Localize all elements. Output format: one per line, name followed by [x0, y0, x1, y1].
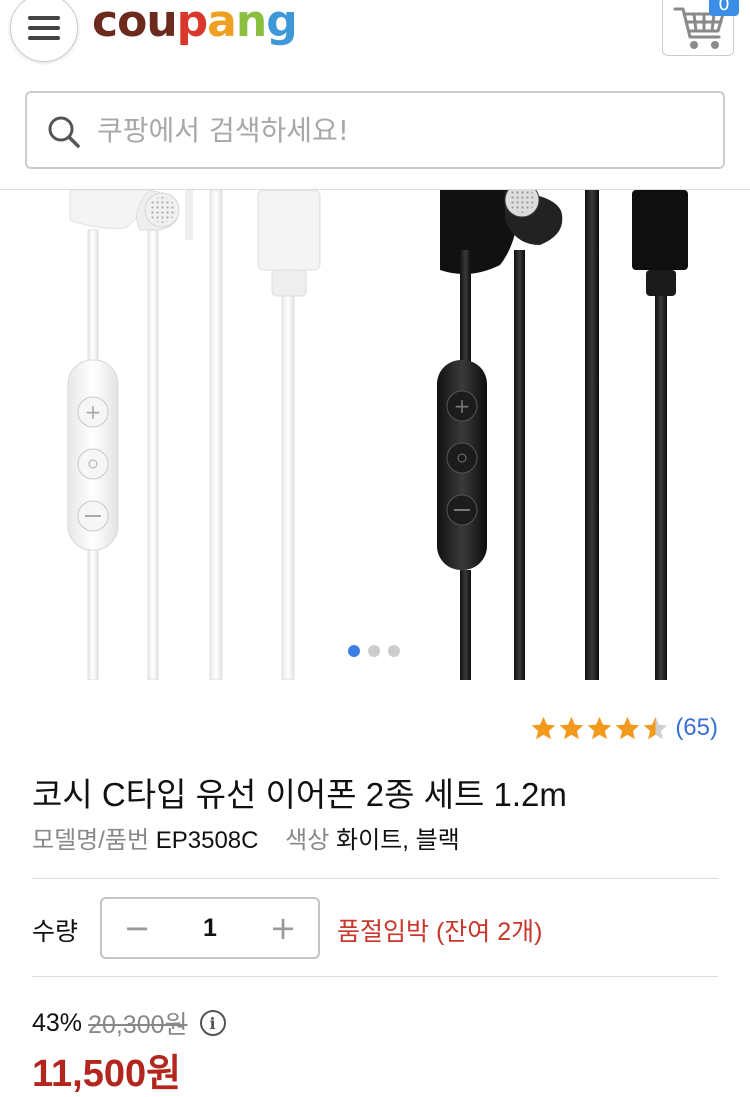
product-image[interactable]: + + [0, 190, 750, 680]
divider [32, 976, 718, 977]
star-icon [616, 716, 640, 739]
earphones-illustration: + + [67, 190, 688, 680]
logo-letter: u [146, 0, 177, 47]
coupang-logo[interactable]: coupang [92, 0, 298, 47]
gallery-dot[interactable] [368, 645, 380, 657]
menu-button[interactable] [10, 0, 78, 62]
color-label: 색상 [285, 827, 330, 854]
svg-text:+: + [85, 400, 102, 424]
quantity-increase-button[interactable]: + [248, 899, 318, 957]
cart-count-badge: 0 [709, 0, 739, 16]
discount-rate: 43% [32, 1008, 83, 1037]
search-input[interactable] [97, 93, 707, 167]
star-icon [560, 716, 584, 739]
quantity-stepper[interactable]: − 1 + [100, 897, 320, 959]
search-bar[interactable] [25, 91, 725, 169]
rating-stars [530, 715, 669, 742]
info-icon[interactable]: i [199, 1010, 226, 1036]
menu-icon-line [28, 36, 60, 40]
logo-letter: n [235, 0, 267, 47]
menu-icon-line [28, 16, 60, 20]
quantity-label: 수량 [32, 918, 79, 946]
logo-letter: o [117, 0, 147, 47]
black-earphones: + [437, 190, 688, 680]
product-meta: 모델명/품번 EP3508C 색상 화이트, 블랙 [32, 820, 460, 855]
gallery-dot[interactable] [388, 645, 400, 657]
product-rating[interactable]: (65) [530, 714, 718, 742]
white-earphones: + [67, 190, 321, 680]
star-icon [588, 716, 612, 739]
quantity-value[interactable]: 1 [172, 914, 248, 943]
logo-letter: a [207, 0, 237, 47]
top-header: coupang 0 [0, 0, 750, 190]
logo-letter: c [92, 0, 118, 47]
divider [32, 878, 718, 879]
product-title: 코시 C타입 유선 이어폰 2종 세트 1.2m [32, 776, 567, 813]
quantity-decrease-button[interactable]: − [102, 899, 172, 957]
svg-text:+: + [454, 394, 471, 418]
menu-icon-line [28, 26, 60, 30]
sale-price: 11,500원 [32, 1053, 182, 1095]
gallery-pagination [348, 645, 400, 657]
review-count[interactable]: (65) [675, 714, 718, 742]
gallery-dot[interactable] [348, 645, 360, 657]
logo-letter: p [176, 0, 208, 47]
model-value: EP3508C [155, 827, 259, 854]
original-price: 20,300원 [88, 1011, 188, 1039]
color-value: 화이트, 블랙 [336, 827, 460, 854]
star-icon [532, 716, 556, 739]
model-label: 모델명/품번 [32, 827, 150, 854]
star-icon [644, 716, 668, 739]
discount-row: 43% 20,300원 i [32, 1005, 226, 1041]
logo-letter: g [266, 0, 297, 47]
low-stock-notice: 품절임박 (잔여 2개) [337, 918, 543, 946]
search-icon[interactable] [47, 115, 81, 149]
